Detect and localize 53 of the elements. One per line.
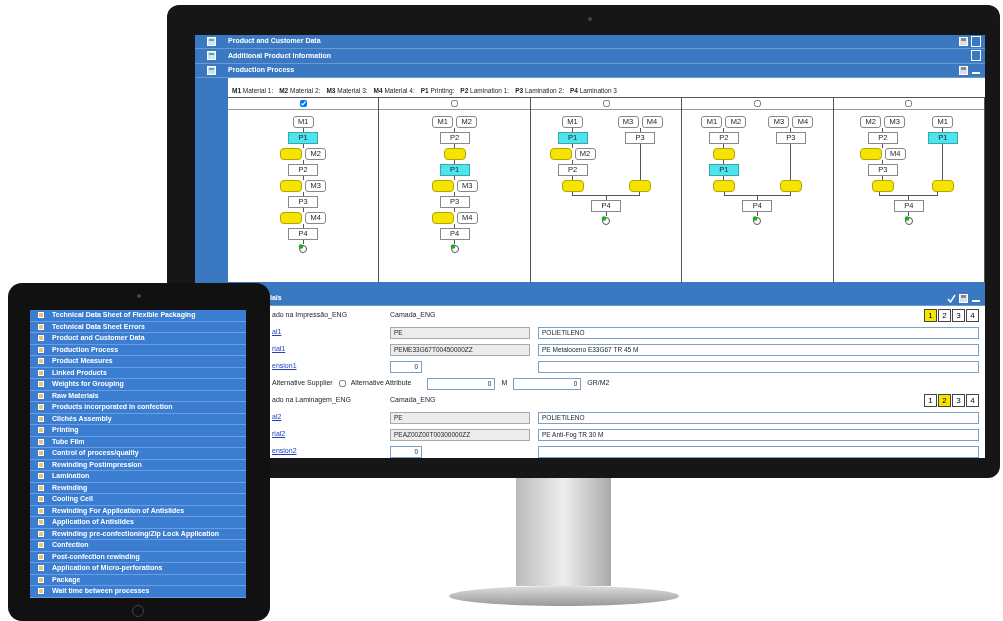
- checkbox[interactable]: [338, 380, 346, 387]
- input-field[interactable]: [538, 360, 979, 373]
- connector-line: [639, 143, 641, 180]
- checkbox[interactable]: [753, 99, 761, 107]
- save-icon[interactable]: [959, 65, 968, 75]
- camera-icon: [137, 294, 141, 298]
- coil-node: [931, 179, 954, 192]
- restart-icon[interactable]: [601, 215, 611, 226]
- window-icon[interactable]: [971, 36, 981, 48]
- section-icon: [207, 37, 216, 47]
- connector-line: [942, 143, 944, 180]
- coil-node: [431, 211, 454, 224]
- coil-node: [712, 147, 735, 160]
- checkbox[interactable]: [451, 99, 459, 107]
- page-button[interactable]: 4: [966, 309, 979, 322]
- page-button[interactable]: 2: [938, 394, 951, 407]
- window-icon[interactable]: [971, 50, 981, 62]
- checkbox[interactable]: [905, 99, 913, 107]
- section-icon: [207, 51, 216, 61]
- page-button[interactable]: 1: [924, 394, 937, 407]
- restart-icon[interactable]: [752, 215, 763, 226]
- coil-node: [629, 179, 651, 192]
- page-button[interactable]: 3: [952, 394, 965, 407]
- checkbox[interactable]: [299, 99, 307, 107]
- restart-icon[interactable]: [449, 243, 460, 254]
- section-icon: [207, 65, 216, 75]
- checkbox[interactable]: [602, 99, 610, 107]
- restart-icon[interactable]: [298, 243, 309, 254]
- camera-icon: [588, 17, 592, 21]
- coil-node: [443, 147, 466, 160]
- coil-node: [431, 179, 454, 192]
- restart-icon[interactable]: [903, 215, 914, 226]
- coil-node: [779, 179, 802, 192]
- page-button[interactable]: 2: [938, 309, 951, 322]
- page-button[interactable]: 3: [952, 309, 965, 322]
- merge-line: [572, 191, 640, 196]
- coil-node: [859, 147, 882, 160]
- coil-node: [549, 147, 572, 160]
- input-field[interactable]: [538, 445, 979, 458]
- coil-node: [280, 179, 303, 192]
- merge-line: [723, 191, 791, 196]
- page-button[interactable]: 1: [924, 309, 937, 322]
- coil-node: [280, 211, 303, 224]
- check-icon[interactable]: [947, 293, 956, 303]
- save-icon[interactable]: [959, 293, 968, 303]
- coil-node: [712, 179, 735, 192]
- coil-node: [871, 179, 894, 192]
- merge-line: [879, 191, 939, 196]
- save-icon[interactable]: [959, 37, 968, 47]
- page-button[interactable]: 4: [966, 394, 979, 407]
- coil-node: [280, 147, 303, 160]
- connector-line: [790, 143, 792, 180]
- coil-node: [561, 179, 584, 192]
